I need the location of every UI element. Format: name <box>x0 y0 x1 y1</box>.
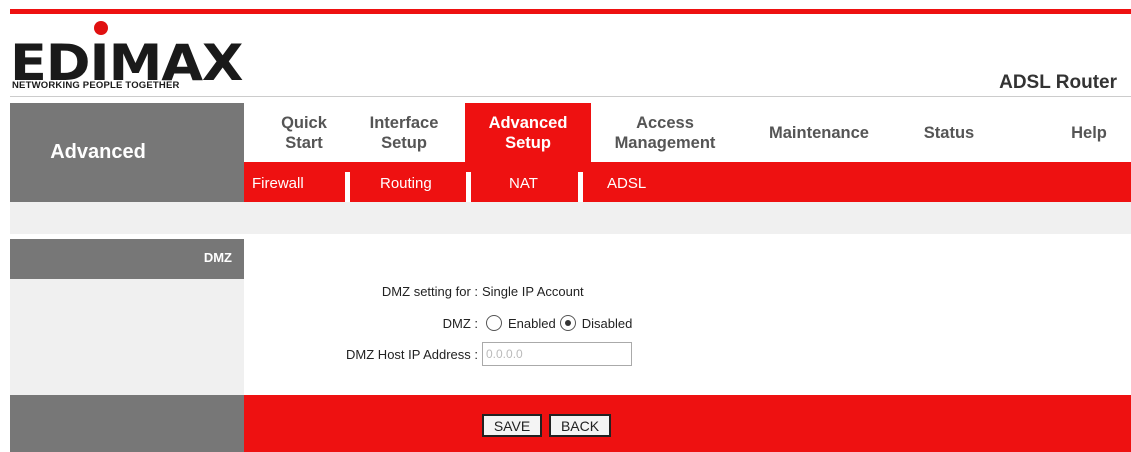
dmz-section-header: DMZ <box>10 239 244 279</box>
header-divider <box>10 96 1131 97</box>
tab-advanced-setup[interactable]: Advanced Setup <box>465 103 591 162</box>
dmz-enabled-label[interactable]: Enabled <box>508 316 556 331</box>
subtab-separator <box>578 172 583 202</box>
subtab-nat[interactable]: NAT <box>509 175 538 192</box>
dmz-host-ip-input[interactable] <box>482 342 632 366</box>
dmz-setting-for-label: DMZ setting for : <box>381 284 478 299</box>
dmz-disabled-label[interactable]: Disabled <box>582 316 633 331</box>
tab-interface-setup[interactable]: Interface Setup <box>344 103 464 162</box>
footer-side <box>10 395 244 452</box>
edimax-logo: EDIMAX NETWORKING PEOPLE TOGETHER <box>10 18 260 91</box>
subtab-adsl[interactable]: ADSL <box>607 175 646 192</box>
subtab-routing[interactable]: Routing <box>380 175 432 192</box>
dmz-section-label: DMZ <box>203 250 232 265</box>
dmz-side-panel <box>10 279 244 395</box>
logo-tagline: NETWORKING PEOPLE TOGETHER <box>12 80 180 91</box>
spacer-strip <box>10 202 1131 234</box>
dmz-enabled-radio[interactable] <box>486 315 502 331</box>
dmz-setting-for-value: Single IP Account <box>482 284 584 299</box>
dmz-host-ip-label: DMZ Host IP Address : <box>346 346 478 362</box>
dmz-form: DMZ setting for : Single IP Account DMZ … <box>244 279 1131 379</box>
tab-help[interactable]: Help <box>1044 103 1131 162</box>
sub-nav: Firewall Routing NAT ADSL <box>244 162 1131 202</box>
footer-bar: SAVE BACK <box>244 395 1131 452</box>
section-title: Advanced <box>50 141 146 163</box>
top-red-line <box>10 9 1131 14</box>
subnav-side <box>10 162 244 202</box>
dmz-disabled-radio[interactable] <box>559 315 576 331</box>
product-name: ADSL Router <box>999 72 1117 93</box>
tab-status[interactable]: Status <box>899 103 999 162</box>
dmz-toggle-label: DMZ : <box>442 315 478 331</box>
subtab-separator <box>345 172 350 202</box>
subtab-separator <box>466 172 471 202</box>
save-button[interactable]: SAVE <box>482 414 542 437</box>
logo-dot <box>94 21 108 35</box>
tab-maintenance[interactable]: Maintenance <box>754 103 884 162</box>
tab-access-management[interactable]: Access Management <box>600 103 730 162</box>
back-button[interactable]: BACK <box>549 414 611 437</box>
subtab-firewall[interactable]: Firewall <box>252 175 304 192</box>
main-nav: Quick Start Interface Setup Advanced Set… <box>244 103 1131 162</box>
